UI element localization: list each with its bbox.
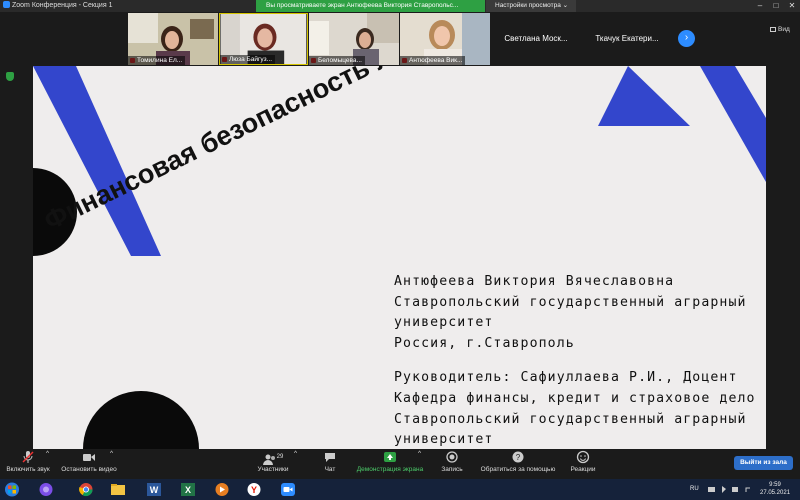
language-indicator[interactable]: RU [690,485,699,493]
windows-taskbar: W X Y RU 9:59 27.05.2021 [0,479,800,500]
stop-video-label: Остановить видео [61,466,117,473]
zoom-app-icon [3,0,10,8]
title-bar: Zoom Конференция - Секция 1 Вы просматри… [0,0,800,12]
share-screen-icon [384,452,396,462]
minimize-button[interactable]: – [752,0,768,12]
maximize-button[interactable]: □ [768,0,784,12]
slide-line: университет [394,315,494,331]
participants-icon: 29 [254,450,292,465]
ask-for-help-button[interactable]: ? Обратиться за помощью [476,450,560,473]
participant-name: Антюфеева Вик... [400,56,466,65]
slide-line: университет [394,432,494,448]
participant-video-active-speaker[interactable]: Люза Байгуз... [219,13,308,65]
record-button[interactable]: Запись [436,450,468,473]
mic-muted-icon [22,451,34,463]
participants-button[interactable]: 29 Участники [254,450,292,473]
encryption-shield-icon[interactable] [6,72,14,81]
slide-line: Руководитель: Сафиуллаева Р.И., Доцент [394,370,738,386]
record-label: Запись [441,466,463,473]
participants-count: 29 [276,454,284,460]
svg-text:X: X [185,485,191,495]
taskbar-date: 27.05.2021 [760,490,791,496]
black-half-circle-bottom [83,391,199,449]
blue-stripe-right [700,66,766,182]
video-options-caret[interactable]: ^ [110,450,113,457]
taskbar-time: 9:59 [769,482,781,488]
svg-text:Y: Y [251,485,257,495]
close-button[interactable]: ✕ [784,0,800,12]
slide-line: Кафедра финансы, кредит и страховое дело [394,390,756,406]
window-title-text: Zoom Конференция - Секция 1 [12,2,113,9]
file-explorer-icon[interactable] [110,482,126,497]
taskbar-clock[interactable]: 9:59 27.05.2021 [760,481,790,497]
reactions-label: Реакции [570,466,596,473]
svg-text:W: W [150,485,159,495]
ask-for-help-label: Обратиться за помощью [480,466,556,473]
participant-name: Люза Байгуз... [220,55,276,64]
share-screen-button[interactable]: Демонстрация экрана [352,450,428,473]
participant-video[interactable]: Беломыцева... [309,13,399,65]
screen-share-banner: Вы просматриваете экран Антюфеева Виктор… [256,0,485,12]
windows-start-icon[interactable] [4,482,20,497]
slide-line: Ставропольский государственный аграрный [394,294,747,310]
chat-button[interactable]: Чат [316,450,344,473]
unmute-button[interactable]: Включить звук [5,450,51,473]
next-participants-arrow-icon[interactable]: › [678,30,695,47]
chat-icon [325,453,335,462]
grid-view-icon [770,26,776,32]
meeting-toolbar: Включить звук ^ Остановить видео ^ 29 Уч… [0,449,800,479]
media-player-icon[interactable] [214,482,230,497]
word-icon[interactable]: W [146,482,162,497]
participants-options-caret[interactable]: ^ [294,450,297,457]
zoom-window: Zoom Конференция - Секция 1 Вы просматри… [0,0,800,500]
participant-name: Беломыцева... [309,56,365,65]
participants-label: Участники [257,466,289,473]
view-button[interactable]: Вид [770,26,790,36]
participant-strip: Томилина Ел... Люза Байгуз... Беломыцева… [0,12,800,66]
chrome-icon[interactable] [78,482,94,497]
slide-body-text: Антюфеева Виктория Вячеславовна Ставропо… [394,272,756,449]
video-camera-icon [83,454,95,461]
svg-text:?: ? [516,453,521,462]
record-icon [446,451,458,463]
participant-video[interactable]: Томилина Ел... [128,13,218,65]
audio-options-caret[interactable]: ^ [46,450,49,457]
slide-line: Россия, г.Ставрополь [394,335,575,351]
blue-triangle-top [598,66,690,126]
voice-assistant-icon[interactable] [38,482,54,497]
reactions-button[interactable]: Реакции [566,450,600,473]
unmute-label: Включить звук [6,466,50,473]
zoom-taskbar-icon[interactable] [280,482,296,497]
leave-meeting-button[interactable]: Выйти из зала [734,456,793,470]
participant-name-tile[interactable]: Светлана Моск... [491,13,581,65]
system-tray-icons[interactable] [708,485,760,494]
slide-line: Антюфеева Виктория Вячеславовна [394,274,675,289]
participant-video[interactable]: Антюфеева Вик... [400,13,490,65]
participant-name-tile[interactable]: Ткачук Екатери... [582,13,672,65]
yandex-browser-icon[interactable]: Y [246,482,262,497]
slide-line: Ставропольский государственный аграрный [394,411,747,427]
slide-line-gap [394,354,756,368]
view-options-button[interactable]: Настройки просмотра ⌄ [486,0,576,12]
help-icon: ? [512,451,524,463]
reactions-icon [576,450,590,464]
window-title: Zoom Конференция - Секция 1 [3,0,112,12]
excel-icon[interactable]: X [180,482,196,497]
shared-screen-slide: Финансовая безопасность личности Антюфее… [33,66,766,449]
view-button-label: Вид [778,26,790,33]
share-screen-label: Демонстрация экрана [356,466,424,473]
participant-name: Томилина Ел... [128,56,186,65]
share-options-caret[interactable]: ^ [418,450,421,457]
chat-label: Чат [324,466,336,473]
